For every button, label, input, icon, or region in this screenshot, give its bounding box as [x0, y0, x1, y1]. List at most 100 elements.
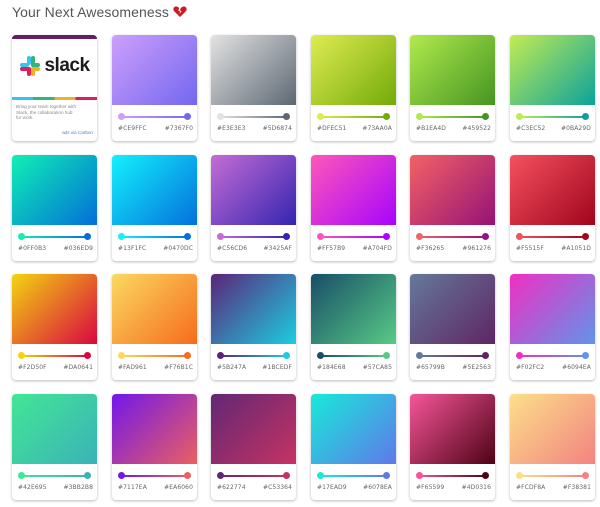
gradient-swatch[interactable]	[112, 274, 197, 344]
end-color-code[interactable]: #4D0316	[462, 484, 491, 491]
gradient-swatch[interactable]	[211, 155, 296, 225]
gradient-swatch[interactable]	[510, 274, 595, 344]
end-color-code[interactable]: #5D6874	[263, 125, 292, 132]
start-color-code[interactable]: #622774	[217, 484, 246, 491]
gradient-swatch[interactable]	[410, 394, 495, 464]
color-codes: #C56CD6 #3425AF	[217, 245, 292, 252]
start-color-code[interactable]: #E3E3E3	[217, 125, 246, 132]
gradient-card[interactable]: #0FF0B3 #036ED9	[12, 155, 97, 261]
gradient-swatch[interactable]	[510, 394, 595, 464]
start-color-code[interactable]: #FF57B9	[317, 245, 345, 252]
gradient-card[interactable]: #F5515F #A1051D	[510, 155, 595, 261]
gradient-swatch[interactable]	[311, 274, 396, 344]
gradient-card[interactable]: #DFEC51 #73AA0A	[311, 35, 396, 141]
slack-logo[interactable]: slack	[12, 35, 97, 97]
end-color-code[interactable]: #A1051D	[561, 245, 591, 252]
start-color-code[interactable]: #FCDF8A	[516, 484, 545, 491]
gradient-card[interactable]: #FF57B9 #A704FD	[311, 155, 396, 261]
start-color-code[interactable]: #0FF0B3	[18, 245, 46, 252]
gradient-card[interactable]: #184E68 #57CA85	[311, 274, 396, 380]
gradient-card[interactable]: #F36265 #961276	[410, 155, 495, 261]
gradient-swatch[interactable]	[410, 35, 495, 105]
gradient-card[interactable]: #5B247A #1BCEDF	[211, 274, 296, 380]
start-color-code[interactable]: #F5515F	[516, 245, 544, 252]
start-color-code[interactable]: #5B247A	[217, 364, 246, 371]
gradient-swatch[interactable]	[12, 155, 97, 225]
start-color-code[interactable]: #DFEC51	[317, 125, 346, 132]
gradient-swatch[interactable]	[211, 35, 296, 105]
end-color-code[interactable]: #0470DC	[163, 245, 193, 252]
gradient-swatch[interactable]	[410, 155, 495, 225]
gradient-swatch[interactable]	[311, 394, 396, 464]
gradient-swatch[interactable]	[112, 155, 197, 225]
end-color-code[interactable]: #6094EA	[562, 364, 591, 371]
end-color-code[interactable]: #5E2563	[462, 364, 491, 371]
start-color-code[interactable]: #F02FC2	[516, 364, 544, 371]
end-color-code[interactable]: #73AA0A	[362, 125, 392, 132]
gradient-swatch[interactable]	[112, 35, 197, 105]
end-color-code[interactable]: #6078EA	[363, 484, 392, 491]
end-color-code[interactable]: #961276	[462, 245, 491, 252]
end-color-code[interactable]: #F76B1C	[164, 364, 193, 371]
gradient-card[interactable]: #CE9FFC #7367F0	[112, 35, 197, 141]
end-color-code[interactable]: #57CA85	[363, 364, 392, 371]
start-color-code[interactable]: #C3EC52	[516, 125, 545, 132]
gradient-card[interactable]: #C56CD6 #3425AF	[211, 155, 296, 261]
gradient-card[interactable]: #13F1FC #0470DC	[112, 155, 197, 261]
gradient-swatch[interactable]	[510, 155, 595, 225]
start-color-code[interactable]: #42E695	[18, 484, 47, 491]
end-color-code[interactable]: #1BCEDF	[262, 364, 292, 371]
gradient-swatch[interactable]	[211, 274, 296, 344]
start-color-code[interactable]: #13F1FC	[118, 245, 146, 252]
gradient-swatch[interactable]	[311, 35, 396, 105]
gradient-card[interactable]: #FCDF8A #F38381	[510, 394, 595, 500]
start-color-code[interactable]: #F65599	[416, 484, 444, 491]
gradient-card[interactable]: #F02FC2 #6094EA	[510, 274, 595, 380]
gradient-swatch[interactable]	[510, 35, 595, 105]
start-color-code[interactable]: #65799B	[416, 364, 445, 371]
gradient-card[interactable]: #F65599 #4D0316	[410, 394, 495, 500]
end-color-code[interactable]: #C53364	[263, 484, 292, 491]
end-color-code[interactable]: #459522	[462, 125, 491, 132]
end-color-code[interactable]: #3425AF	[263, 245, 292, 252]
start-color-code[interactable]: #FAD961	[118, 364, 147, 371]
ad-credit-link[interactable]: ads via Carbon	[62, 130, 93, 135]
end-color-code[interactable]: #F38381	[563, 484, 591, 491]
gradient-swatch[interactable]	[12, 394, 97, 464]
gradient-swatch[interactable]	[12, 274, 97, 344]
end-color-code[interactable]: #0BA29D	[561, 125, 591, 132]
gradient-card[interactable]: #7117EA #EA6060	[112, 394, 197, 500]
start-color-code[interactable]: #F36265	[416, 245, 444, 252]
end-color-code[interactable]: #3BB2B8	[63, 484, 93, 491]
ad-description[interactable]: Bring your team together with Slack, the…	[16, 104, 76, 121]
start-color-code[interactable]: #7117EA	[118, 484, 147, 491]
end-color-code[interactable]: #EA6060	[164, 484, 193, 491]
gradient-card[interactable]: #42E695 #3BB2B8	[12, 394, 97, 500]
gradient-swatch[interactable]	[211, 394, 296, 464]
start-color-code[interactable]: #C56CD6	[217, 245, 247, 252]
gradient-card[interactable]: #E3E3E3 #5D6874	[211, 35, 296, 141]
gradient-swatch[interactable]	[112, 394, 197, 464]
gradient-card[interactable]: #F2D50F #DA0641	[12, 274, 97, 380]
start-color-code[interactable]: #F2D50F	[18, 364, 47, 371]
start-color-dot	[18, 472, 25, 479]
gradient-card[interactable]: #622774 #C53364	[211, 394, 296, 500]
gradient-card[interactable]: #17EAD9 #6078EA	[311, 394, 396, 500]
gradient-card[interactable]: #65799B #5E2563	[410, 274, 495, 380]
gradient-card[interactable]: #C3EC52 #0BA29D	[510, 35, 595, 141]
start-color-code[interactable]: #184E68	[317, 364, 346, 371]
color-codes: #FCDF8A #F38381	[516, 484, 591, 491]
end-color-code[interactable]: #A704FD	[363, 245, 392, 252]
end-color-code[interactable]: #036ED9	[64, 245, 93, 252]
start-color-code[interactable]: #17EAD9	[317, 484, 347, 491]
start-color-code[interactable]: #B1EA4D	[416, 125, 446, 132]
gradient-card[interactable]: #FAD961 #F76B1C	[112, 274, 197, 380]
carbon-ad[interactable]: slack Bring your team together with Slac…	[12, 35, 97, 141]
end-color-code[interactable]: #7367F0	[165, 125, 193, 132]
start-color-dot	[317, 472, 324, 479]
gradient-swatch[interactable]	[410, 274, 495, 344]
start-color-code[interactable]: #CE9FFC	[118, 125, 147, 132]
end-color-code[interactable]: #DA0641	[63, 364, 93, 371]
gradient-card[interactable]: #B1EA4D #459522	[410, 35, 495, 141]
gradient-swatch[interactable]	[311, 155, 396, 225]
